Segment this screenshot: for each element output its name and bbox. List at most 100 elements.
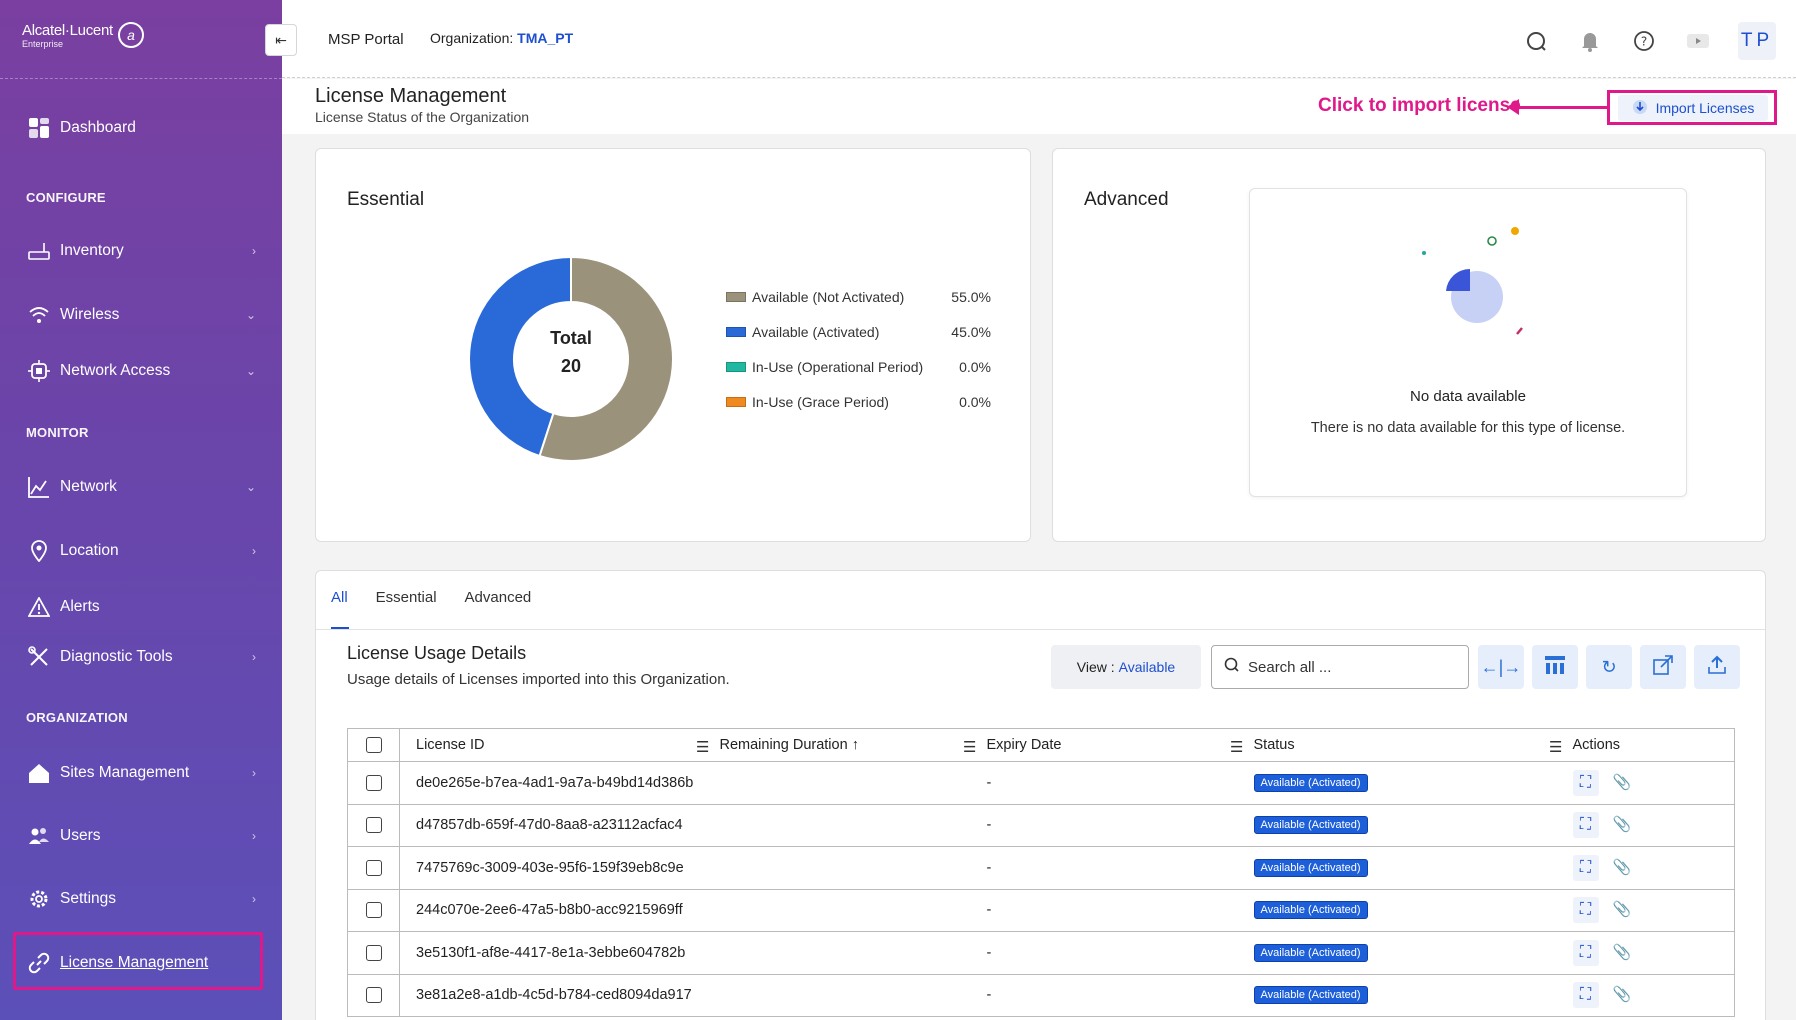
row-checkbox[interactable] — [365, 987, 382, 1004]
sidebar-item-label: Alerts — [60, 598, 100, 615]
expiry-date: - — [986, 931, 1254, 975]
select-all-checkbox[interactable] — [365, 737, 382, 754]
video-icon[interactable] — [1684, 27, 1712, 55]
alert-triangle-icon — [26, 594, 52, 620]
attachment-icon[interactable]: 📎 — [1613, 774, 1632, 791]
expiry-date: - — [986, 846, 1254, 890]
expand-icon[interactable]: ⛶ — [1572, 854, 1599, 881]
wifi-icon — [26, 302, 52, 328]
col-expiry-date[interactable]: Expiry Date ☰ — [986, 728, 1254, 762]
open-external-button[interactable] — [1640, 645, 1686, 689]
attachment-icon[interactable]: 📎 — [1613, 986, 1632, 1003]
column-menu-icon[interactable]: ☰ — [1230, 738, 1243, 756]
help-icon[interactable]: ? — [1630, 27, 1658, 55]
sidebar-item-label: Diagnostic Tools — [60, 648, 173, 665]
status-badge: Available (Activated) — [1253, 901, 1368, 920]
page-header: License Management License Status of the… — [282, 79, 1796, 134]
col-status[interactable]: Status ☰ — [1253, 728, 1573, 762]
sidebar-item-label: License Management — [60, 954, 209, 971]
row-select-cell — [347, 974, 400, 1017]
sidebar-item-inventory[interactable]: Inventory › — [26, 231, 256, 271]
license-id: 3e5130f1-af8e-4417-8e1a-3ebbe604782b — [399, 931, 987, 975]
view-label: View : — [1076, 659, 1115, 675]
chart-legend: Available (Not Activated) 55.0% Availabl… — [726, 279, 991, 419]
sidebar-item-label: Network — [60, 478, 117, 495]
dashboard-icon — [26, 115, 52, 141]
view-filter-button[interactable]: View : Available — [1051, 645, 1201, 689]
row-checkbox[interactable] — [365, 774, 382, 791]
expand-icon[interactable]: ⛶ — [1572, 812, 1599, 839]
collapse-sidebar-button[interactable]: ⇤ — [265, 24, 297, 56]
donut-total: Total 20 — [466, 324, 676, 380]
bell-icon[interactable] — [1576, 27, 1604, 55]
col-license-id[interactable]: License ID ☰ — [399, 728, 720, 762]
sidebar-item-label: Location — [60, 542, 119, 559]
expand-icon[interactable]: ⛶ — [1572, 897, 1599, 924]
tab-all[interactable]: All — [331, 589, 348, 606]
sidebar-item-dashboard[interactable]: Dashboard — [26, 108, 256, 148]
license-details-card: All Essential Advanced License Usage Det… — [315, 570, 1766, 1020]
column-label: Status — [1253, 737, 1295, 753]
expand-icon[interactable]: ⛶ — [1572, 939, 1599, 966]
legend-label: Available (Activated) — [752, 323, 880, 340]
status-badge: Available (Activated) — [1253, 816, 1368, 835]
section-monitor: MONITOR — [26, 425, 89, 440]
license-id: 3e81a2e8-a1db-4c5d-b784-ced8094da917 — [399, 974, 987, 1017]
import-label: Import Licenses — [1655, 100, 1755, 116]
section-title: License Usage Details — [347, 643, 527, 663]
avatar[interactable]: TP — [1738, 22, 1776, 60]
row-checkbox[interactable] — [365, 859, 382, 876]
organization-selector[interactable]: Organization: TMA_PT — [430, 30, 573, 46]
expand-icon[interactable]: ⛶ — [1572, 769, 1599, 796]
sidebar-item-wireless[interactable]: Wireless ⌄ — [26, 295, 256, 335]
chevron-right-icon: › — [252, 892, 256, 906]
resize-columns-button[interactable]: ←|→ — [1478, 645, 1524, 689]
tab-essential[interactable]: Essential — [376, 589, 437, 606]
attachment-icon[interactable]: 📎 — [1613, 816, 1632, 833]
sidebar-item-label: Dashboard — [60, 119, 136, 136]
search-input[interactable] — [1248, 658, 1438, 676]
column-menu-icon[interactable]: ☰ — [1549, 738, 1562, 756]
table-row: 3e81a2e8-a1db-4c5d-b784-ced8094da917 - A… — [347, 974, 1735, 1017]
column-settings-button[interactable] — [1532, 645, 1578, 689]
column-label: Expiry Date — [986, 737, 1062, 753]
card-title: Advanced — [1084, 189, 1169, 210]
sidebar-item-network-access[interactable]: Network Access ⌄ — [26, 351, 256, 391]
actions-cell: ⛶ 📎 — [1572, 889, 1735, 932]
advanced-card: Advanced No data available There is no d… — [1052, 148, 1766, 542]
search-icon[interactable] — [1522, 27, 1550, 55]
import-licenses-button[interactable]: Import Licenses — [1618, 95, 1768, 121]
attachment-icon[interactable]: 📎 — [1613, 859, 1632, 876]
row-checkbox[interactable] — [365, 944, 382, 961]
sidebar-item-network[interactable]: Network ⌄ — [26, 467, 256, 507]
table-header-row: License ID ☰ Remaining Duration ↑ ☰ Expiry… — [347, 728, 1735, 762]
sidebar-item-license-management[interactable]: License Management — [26, 943, 256, 983]
export-button[interactable] — [1694, 645, 1740, 689]
sidebar-item-users[interactable]: Users › — [26, 816, 256, 856]
chevron-down-icon: ⌄ — [245, 308, 256, 322]
search-box[interactable] — [1211, 645, 1469, 689]
attachment-icon[interactable]: 📎 — [1613, 944, 1632, 961]
column-menu-icon[interactable]: ☰ — [696, 738, 709, 756]
sidebar-item-settings[interactable]: Settings › — [26, 879, 256, 919]
sidebar-item-diagnostic-tools[interactable]: Diagnostic Tools › — [26, 637, 256, 677]
table-row: d47857db-659f-47d0-8aa8-a23112acfac4 - A… — [347, 804, 1735, 847]
sidebar-divider — [0, 78, 282, 79]
sidebar-item-sites-management[interactable]: Sites Management › — [26, 753, 256, 793]
sidebar-item-location[interactable]: Location › — [26, 531, 256, 571]
tab-advanced[interactable]: Advanced — [465, 589, 532, 606]
sidebar-item-alerts[interactable]: Alerts — [26, 587, 256, 627]
svg-text:?: ? — [1641, 35, 1647, 49]
legend-percent: 55.0% — [951, 288, 991, 305]
attachment-icon[interactable]: 📎 — [1613, 901, 1632, 918]
column-menu-icon[interactable]: ☰ — [963, 738, 976, 756]
brand-logo: Alcatel·Lucent Enterprise a — [22, 22, 144, 49]
refresh-button[interactable]: ↻ — [1586, 645, 1632, 689]
legend-label: In-Use (Operational Period) — [752, 358, 924, 375]
empty-title: No data available — [1410, 388, 1526, 405]
row-checkbox[interactable] — [365, 817, 382, 834]
row-checkbox[interactable] — [365, 902, 382, 919]
expiry-date: - — [986, 761, 1254, 805]
col-remaining-duration[interactable]: Remaining Duration ↑ ☰ — [719, 728, 987, 762]
expand-icon[interactable]: ⛶ — [1572, 982, 1599, 1009]
